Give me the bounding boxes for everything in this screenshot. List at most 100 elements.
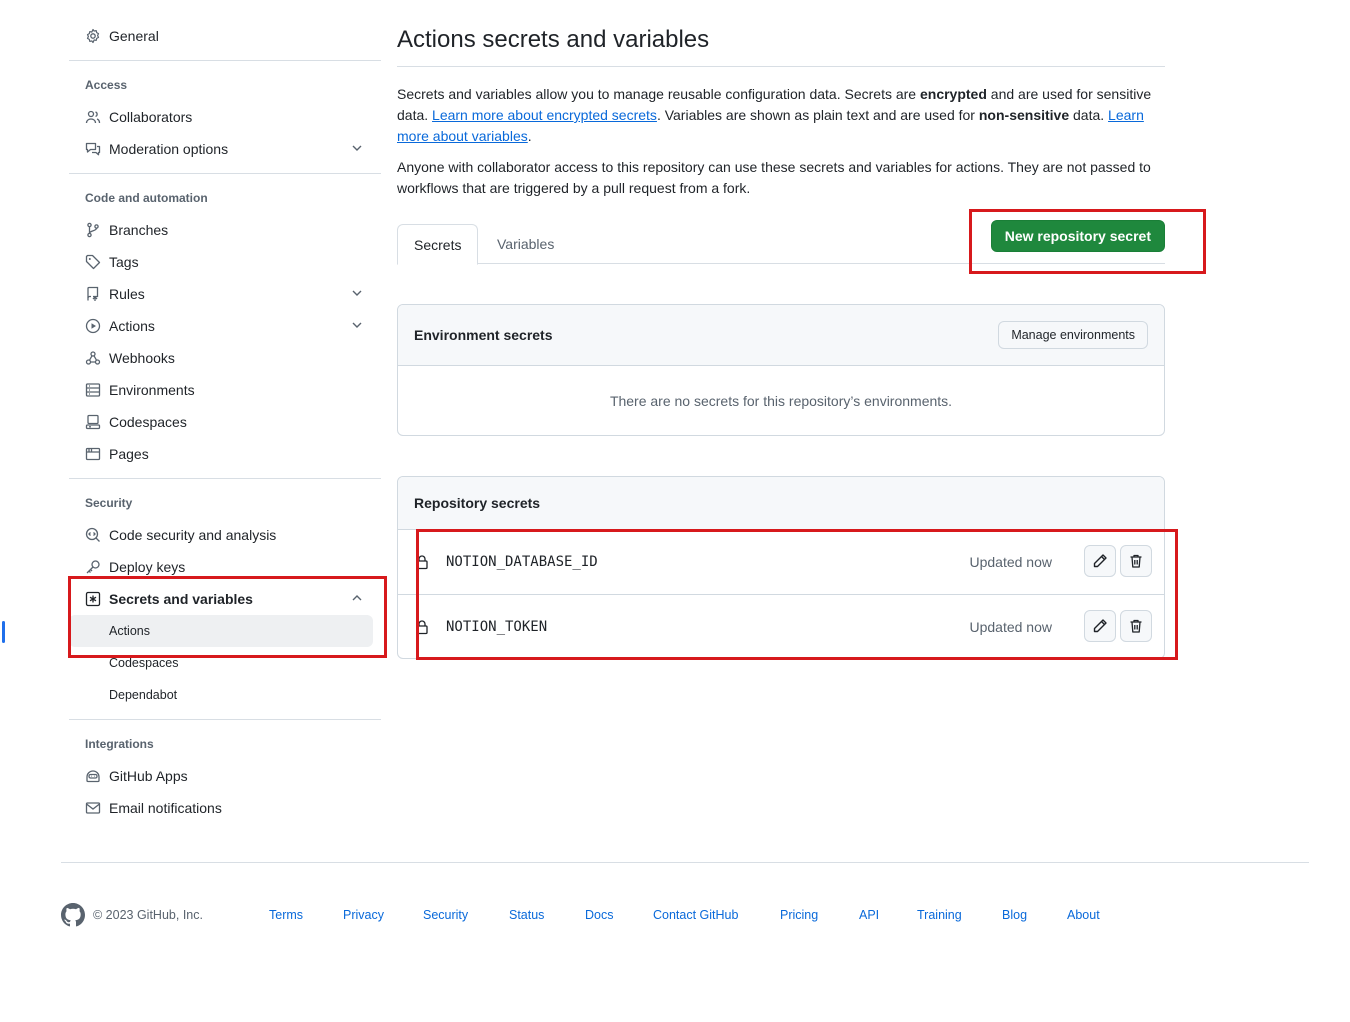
section-header-code-automation: Code and automation [85,191,208,205]
sidebar-subitem-label: Codespaces [109,656,179,670]
footer-link-security[interactable]: Security [423,908,468,922]
trash-icon [1130,554,1142,568]
footer-link-blog[interactable]: Blog [1002,908,1027,922]
secret-row: NOTION_DATABASE_ID Updated now [398,530,1164,594]
codescan-icon [85,527,101,543]
sidebar-subitem-label: Actions [109,624,150,638]
sidebar-item-pages[interactable]: Pages [69,438,381,470]
sidebar-item-label: Environments [109,382,195,398]
environment-secrets-header: Environment secrets Manage environments [398,305,1164,366]
git-branch-icon [85,222,101,238]
intro-text: . [527,128,532,144]
intro-paragraph: Secrets and variables allow you to manag… [397,84,1165,147]
sidebar-item-moderation[interactable]: Moderation options [69,133,381,165]
github-logo-icon[interactable] [61,903,85,927]
sidebar-item-label: Pages [109,446,149,462]
server-icon [85,382,101,398]
sidebar-item-label: Collaborators [109,109,193,125]
footer-link-privacy[interactable]: Privacy [343,908,384,922]
intro-text: . Variables are shown as plain text and … [656,107,979,123]
sidebar-item-label: GitHub Apps [109,768,188,784]
repository-secrets-box: Repository secrets NOTION_DATABASE_ID Up… [397,476,1165,659]
sidebar-item-code-security[interactable]: Code security and analysis [69,519,381,551]
secret-name: NOTION_DATABASE_ID [446,554,598,570]
footer-link-about[interactable]: About [1067,908,1100,922]
pencil-icon [1093,619,1107,633]
sidebar-item-label: Code security and analysis [109,527,277,543]
footer-divider [61,862,1309,863]
delete-secret-button[interactable] [1120,610,1152,642]
mail-icon [85,800,101,816]
edit-secret-button[interactable] [1084,545,1116,577]
footer-link-api[interactable]: API [859,908,879,922]
footer-link-pricing[interactable]: Pricing [780,908,818,922]
chevron-down-icon[interactable] [351,142,363,154]
chevron-up-icon[interactable] [351,592,363,604]
delete-secret-button[interactable] [1120,545,1152,577]
footer-link-docs[interactable]: Docs [585,908,613,922]
manage-environments-button[interactable]: Manage environments [998,321,1148,349]
sidebar-item-label: Deploy keys [109,559,186,575]
sidebar-subitem-label: Dependabot [109,688,178,702]
secret-updated: Updated now [969,618,1052,635]
edit-secret-button[interactable] [1084,610,1116,642]
footer-link-status[interactable]: Status [509,908,544,922]
tab-variables[interactable]: Variables [481,224,570,264]
environment-secrets-empty: There are no secrets for this repository… [609,392,953,409]
intro-bold-encrypted: encrypted [919,86,987,102]
sidebar-item-label: General [109,28,159,44]
sidebar-item-rules[interactable]: Rules [69,278,381,310]
play-icon [85,318,101,334]
sidebar-item-label: Codespaces [109,414,187,430]
sidebar-item-github-apps[interactable]: GitHub Apps [69,760,381,792]
lock-icon [416,555,428,570]
sidebar-item-label: Secrets and variables [109,591,253,607]
sidebar-item-secrets-and-variables[interactable]: Secrets and variables [69,583,381,615]
new-repository-secret-button[interactable]: New repository secret [990,220,1165,252]
sidebar-subitem-dependabot[interactable]: Dependabot [69,679,373,711]
section-header-access: Access [85,78,128,92]
site-footer: © 2023 GitHub, Inc. Terms Privacy Securi… [61,903,1309,927]
lock-icon [416,619,428,634]
learn-encrypted-secrets-link[interactable]: Learn more about encrypted secrets [432,107,657,123]
browser-icon [85,446,101,462]
webhook-icon [85,350,101,366]
sidebar-divider [69,478,381,479]
repository-secrets-header: Repository secrets [398,477,1164,530]
sidebar-item-label: Actions [109,318,155,334]
sidebar-item-collaborators[interactable]: Collaborators [69,101,381,133]
sidebar-subitem-actions[interactable]: Actions [2,615,373,647]
gear-icon [85,28,101,44]
sidebar-item-label: Webhooks [109,350,175,366]
chevron-down-icon[interactable] [351,319,363,331]
key-asterisk-icon [85,591,101,607]
sidebar-item-general[interactable]: General [69,20,381,52]
sidebar-item-environments[interactable]: Environments [69,374,381,406]
tab-secrets[interactable]: Secrets [397,224,479,265]
chevron-down-icon[interactable] [351,287,363,299]
settings-sidebar: General Access Collaborators Moderation … [2,20,381,824]
title-divider [397,66,1165,67]
key-icon [85,559,101,575]
sidebar-item-webhooks[interactable]: Webhooks [69,342,381,374]
section-header-security: Security [85,496,133,510]
sidebar-item-codespaces[interactable]: Codespaces [69,406,381,438]
codespaces-icon [85,414,101,430]
sidebar-item-branches[interactable]: Branches [69,214,381,246]
sidebar-item-actions[interactable]: Actions [69,310,381,342]
intro-text: data. [1069,107,1109,123]
secret-updated: Updated now [969,554,1052,570]
trash-icon [1130,619,1142,633]
pencil-icon [1093,554,1107,568]
sidebar-item-tags[interactable]: Tags [69,246,381,278]
sidebar-subitem-codespaces[interactable]: Codespaces [69,647,373,679]
footer-link-training[interactable]: Training [917,908,962,922]
sidebar-item-label: Branches [109,222,169,238]
sidebar-item-email-notifications[interactable]: Email notifications [69,792,381,824]
section-header-integrations: Integrations [85,737,154,751]
sidebar-divider [69,60,381,61]
sidebar-item-deploy-keys[interactable]: Deploy keys [69,551,381,583]
footer-link-terms[interactable]: Terms [269,908,303,922]
footer-link-contact[interactable]: Contact GitHub [653,908,738,922]
environment-secrets-title: Environment secrets [414,327,553,343]
